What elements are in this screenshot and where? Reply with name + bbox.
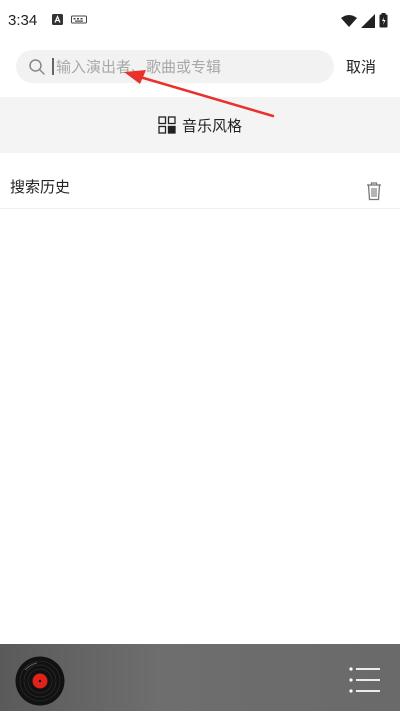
status-right-icons [341,13,388,28]
search-box[interactable] [16,50,334,83]
vinyl-disc-icon[interactable] [15,656,65,706]
trash-icon[interactable] [365,181,383,201]
search-row: 取消 [0,42,400,92]
search-history-header: 搜索历史 [0,165,400,209]
grid-squares-icon [158,116,176,134]
search-icon [29,59,45,75]
status-bar: 3:34 [0,0,400,42]
status-time: 3:34 [8,12,38,29]
keyboard-icon [71,15,87,23]
music-style-label: 音乐风格 [181,116,242,135]
cancel-button[interactable]: 取消 [346,56,376,77]
wifi-icon [341,14,357,27]
a-badge-icon [52,14,63,25]
mini-player-bar [0,644,400,711]
search-history-title: 搜索历史 [10,178,71,196]
music-style-button[interactable]: 音乐风格 [0,97,400,153]
battery-icon [379,13,388,28]
status-left-icons [52,14,87,25]
signal-icon [361,13,375,28]
playlist-icon[interactable] [349,666,381,694]
search-input[interactable] [52,58,322,75]
